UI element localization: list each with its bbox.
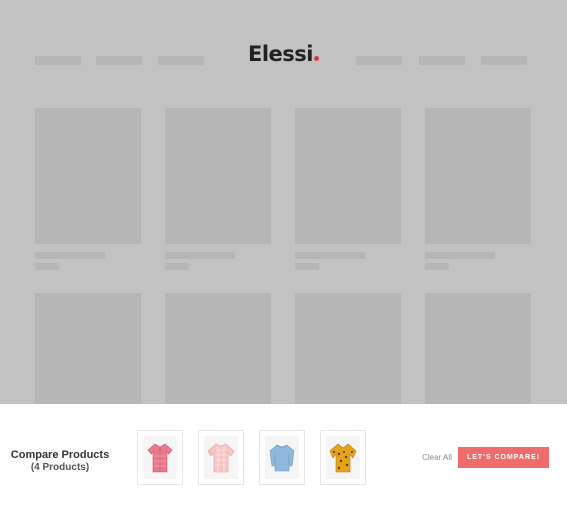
compare-product-count: (4 Products) [30, 462, 90, 473]
nav-placeholder [356, 56, 402, 65]
product-card-placeholder [425, 293, 531, 404]
title-placeholder [35, 252, 105, 259]
compare-product-thumb[interactable] [137, 430, 183, 485]
pink-sweater-icon [207, 443, 235, 472]
lets-compare-button[interactable]: LET'S COMPARE! [458, 447, 549, 468]
price-placeholder [295, 263, 319, 270]
product-card-placeholder [425, 108, 531, 244]
compare-products-bar: Compare Products (4 Products) Clear All … [0, 404, 567, 506]
title-placeholder [425, 252, 495, 259]
product-card-placeholder [295, 293, 401, 404]
title-placeholder [295, 252, 365, 259]
product-card-placeholder [35, 108, 141, 244]
nav-placeholder [419, 56, 465, 65]
product-card-placeholder [165, 293, 271, 404]
product-card-placeholder [35, 293, 141, 404]
price-placeholder [425, 263, 449, 270]
product-card-placeholder [165, 108, 271, 244]
price-placeholder [165, 263, 189, 270]
page-backdrop-overlay: Elessi [0, 0, 567, 404]
title-placeholder [165, 252, 235, 259]
logo-dot [313, 56, 319, 61]
compare-product-thumb[interactable] [259, 430, 305, 485]
compare-product-thumb[interactable] [320, 430, 366, 485]
compare-product-thumb[interactable] [198, 430, 244, 485]
price-placeholder [35, 263, 59, 270]
blue-sweatshirt-icon [269, 444, 295, 471]
pink-shirt-icon [147, 443, 173, 472]
nav-placeholder [481, 56, 527, 65]
product-card-placeholder [295, 108, 401, 244]
clear-all-link[interactable]: Clear All [418, 453, 456, 462]
yellow-leopard-top-icon [329, 443, 357, 472]
site-logo-text: Elessi [248, 42, 313, 66]
compare-title: Compare Products [10, 449, 110, 461]
